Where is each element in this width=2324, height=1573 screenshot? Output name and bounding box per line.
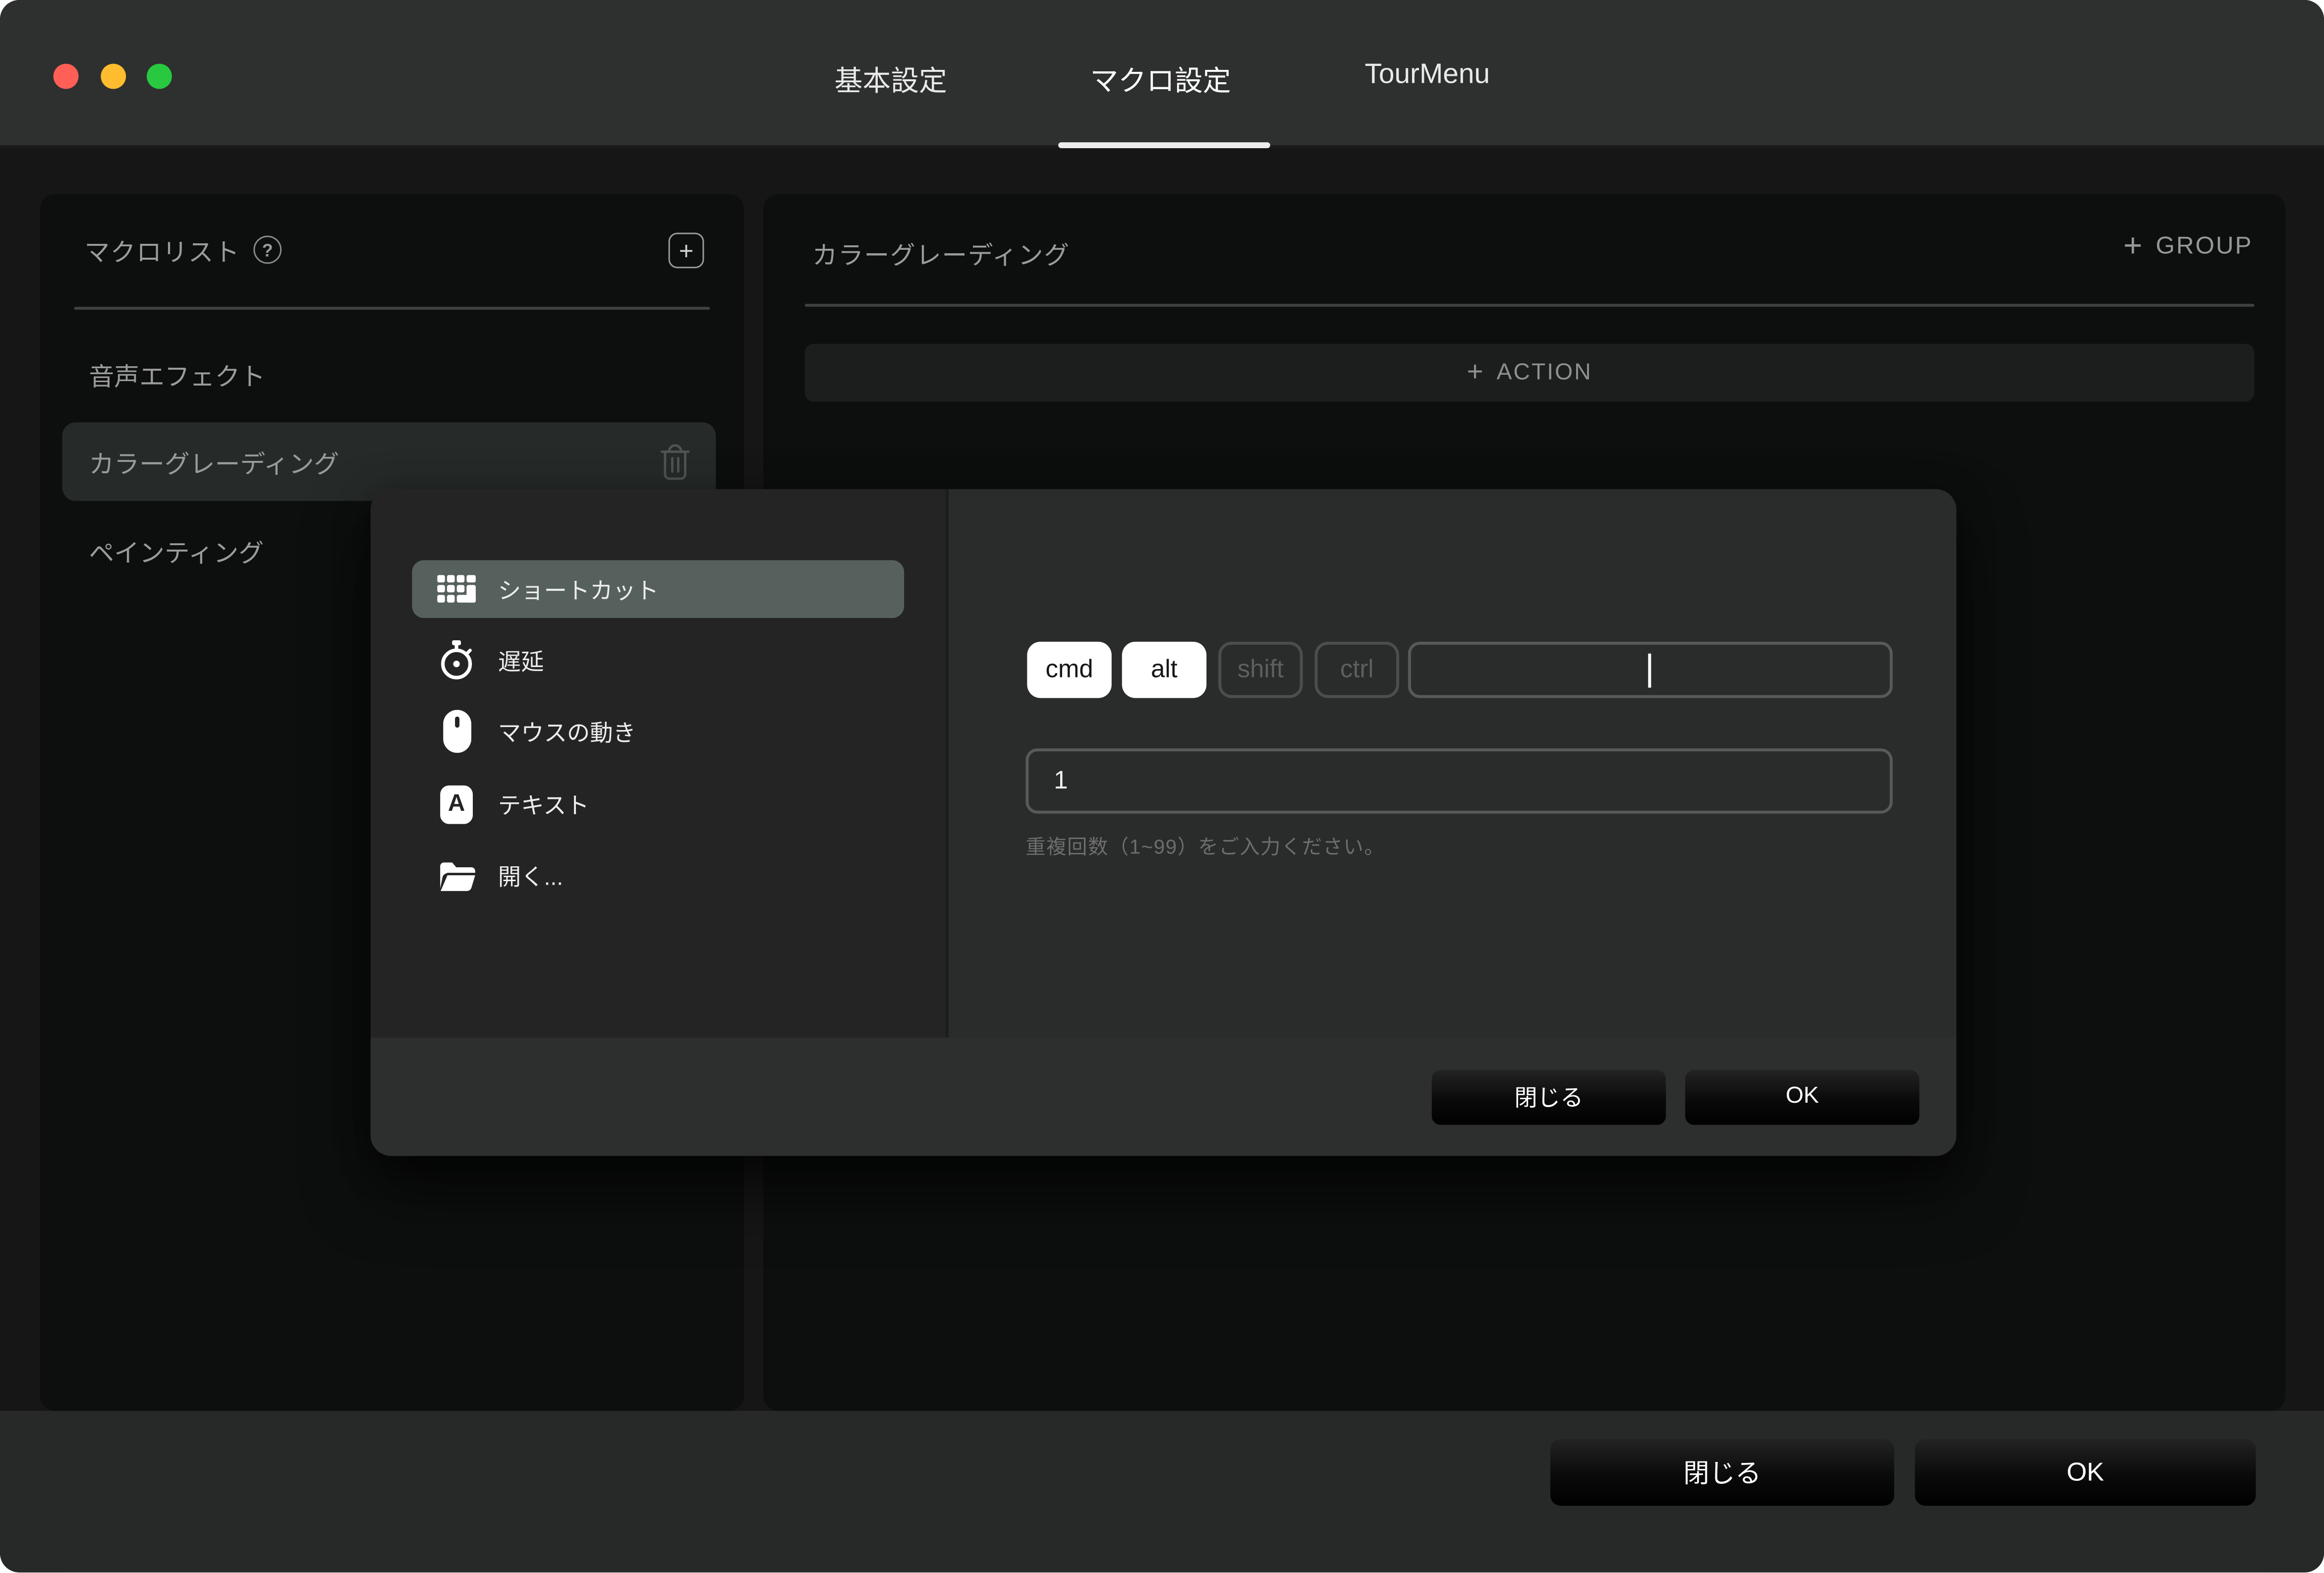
zoom-window-button[interactable] <box>147 63 172 89</box>
mouse-icon <box>437 710 476 753</box>
menu-item-label: ショートカット <box>498 578 659 604</box>
menu-item-label: 遅延 <box>498 650 544 675</box>
action-button-label: ACTION <box>1496 359 1592 385</box>
macro-list-title: マクロリスト <box>84 238 240 267</box>
menu-item-label: テキスト <box>498 793 589 819</box>
shortcut-key-input[interactable] <box>1408 641 1893 698</box>
modifier-shift-toggle[interactable]: shift <box>1218 641 1303 698</box>
repeat-count-hint: 重複回数（1~99）をご入力ください。 <box>1025 836 1385 858</box>
shortcut-settings-pane: cmd alt shift ctrl 1 重複回数（1~99）をご入力ください。 <box>948 489 1957 1038</box>
window-close-button[interactable]: 閉じる <box>1550 1439 1894 1506</box>
menu-item-text[interactable]: A テキスト <box>412 775 904 833</box>
delete-macro-button[interactable] <box>658 443 692 481</box>
tab-tourmenu[interactable]: TourMenu <box>1364 59 1490 92</box>
titlebar: 基本設定 マクロ設定 TourMenu <box>0 0 2324 149</box>
repeat-count-value: 1 <box>1054 766 1068 794</box>
text-icon-letter: A <box>440 785 473 824</box>
text-cursor <box>1648 653 1651 688</box>
macro-item-label: ペインティング <box>89 539 264 567</box>
close-window-button[interactable] <box>53 63 79 89</box>
macro-detail-title: カラーグレーディング <box>812 241 1070 270</box>
plus-icon: + <box>1467 357 1483 389</box>
action-dialog-body: ショートカット 遅延 マウスの動き A テキスト 開く... cmd alt s… <box>370 489 1957 1038</box>
modifier-keys-row: cmd alt shift ctrl <box>1027 641 1893 698</box>
plus-icon: + <box>2123 226 2143 264</box>
dialog-footer: 閉じる OK <box>370 1037 1957 1156</box>
keyboard-icon <box>437 574 476 604</box>
trash-icon <box>660 443 690 479</box>
minimize-window-button[interactable] <box>101 63 126 89</box>
menu-item-open[interactable]: 開く... <box>412 846 904 904</box>
add-macro-button[interactable]: + <box>668 232 704 269</box>
active-tab-underline <box>1058 142 1270 149</box>
modifier-cmd-toggle[interactable]: cmd <box>1027 641 1112 698</box>
window-ok-button[interactable]: OK <box>1915 1439 2256 1506</box>
macro-detail-header: カラーグレーディング <box>812 234 1070 271</box>
app-window-stage: 基本設定 マクロ設定 TourMenu マクロリスト ? + 音声エフェクト カ… <box>0 0 2324 1573</box>
menu-item-label: マウスの動き <box>498 721 636 746</box>
group-button-label: GROUP <box>2155 232 2253 259</box>
tab-macro-settings[interactable]: マクロ設定 <box>1090 59 1231 100</box>
macro-list-item[interactable]: 音声エフェクト <box>62 342 716 405</box>
menu-item-mouse-move[interactable]: マウスの動き <box>412 702 904 760</box>
action-dialog: ショートカット 遅延 マウスの動き A テキスト 開く... cmd alt s… <box>370 489 1957 1156</box>
macro-list-header: マクロリスト ? <box>84 231 282 269</box>
menu-item-label: 開く... <box>498 864 564 890</box>
modifier-alt-toggle[interactable]: alt <box>1122 641 1207 698</box>
text-icon: A <box>437 785 476 824</box>
app-window: 基本設定 マクロ設定 TourMenu マクロリスト ? + 音声エフェクト カ… <box>0 0 2324 1573</box>
action-type-menu: ショートカット 遅延 マウスの動き A テキスト 開く... <box>370 489 949 1038</box>
dialog-close-button[interactable]: 閉じる <box>1431 1069 1666 1124</box>
folder-open-icon <box>437 859 476 892</box>
add-action-button[interactable]: + ACTION <box>804 343 2255 402</box>
menu-item-delay[interactable]: 遅延 <box>412 631 904 689</box>
macro-item-label: カラーグレーディング <box>89 450 340 479</box>
tab-basic-settings[interactable]: 基本設定 <box>835 59 947 100</box>
help-icon[interactable]: ? <box>253 235 282 264</box>
macro-item-label: 音声エフェクト <box>89 362 266 391</box>
add-group-button[interactable]: + GROUP <box>2123 226 2253 264</box>
stopwatch-icon <box>437 640 476 680</box>
dialog-ok-button[interactable]: OK <box>1685 1069 1920 1124</box>
repeat-count-input[interactable]: 1 <box>1025 748 1893 814</box>
sidebar-divider <box>74 307 710 310</box>
macro-detail-divider <box>804 304 2255 307</box>
menu-item-shortcut[interactable]: ショートカット <box>412 560 905 618</box>
modifier-ctrl-toggle[interactable]: ctrl <box>1314 641 1399 698</box>
